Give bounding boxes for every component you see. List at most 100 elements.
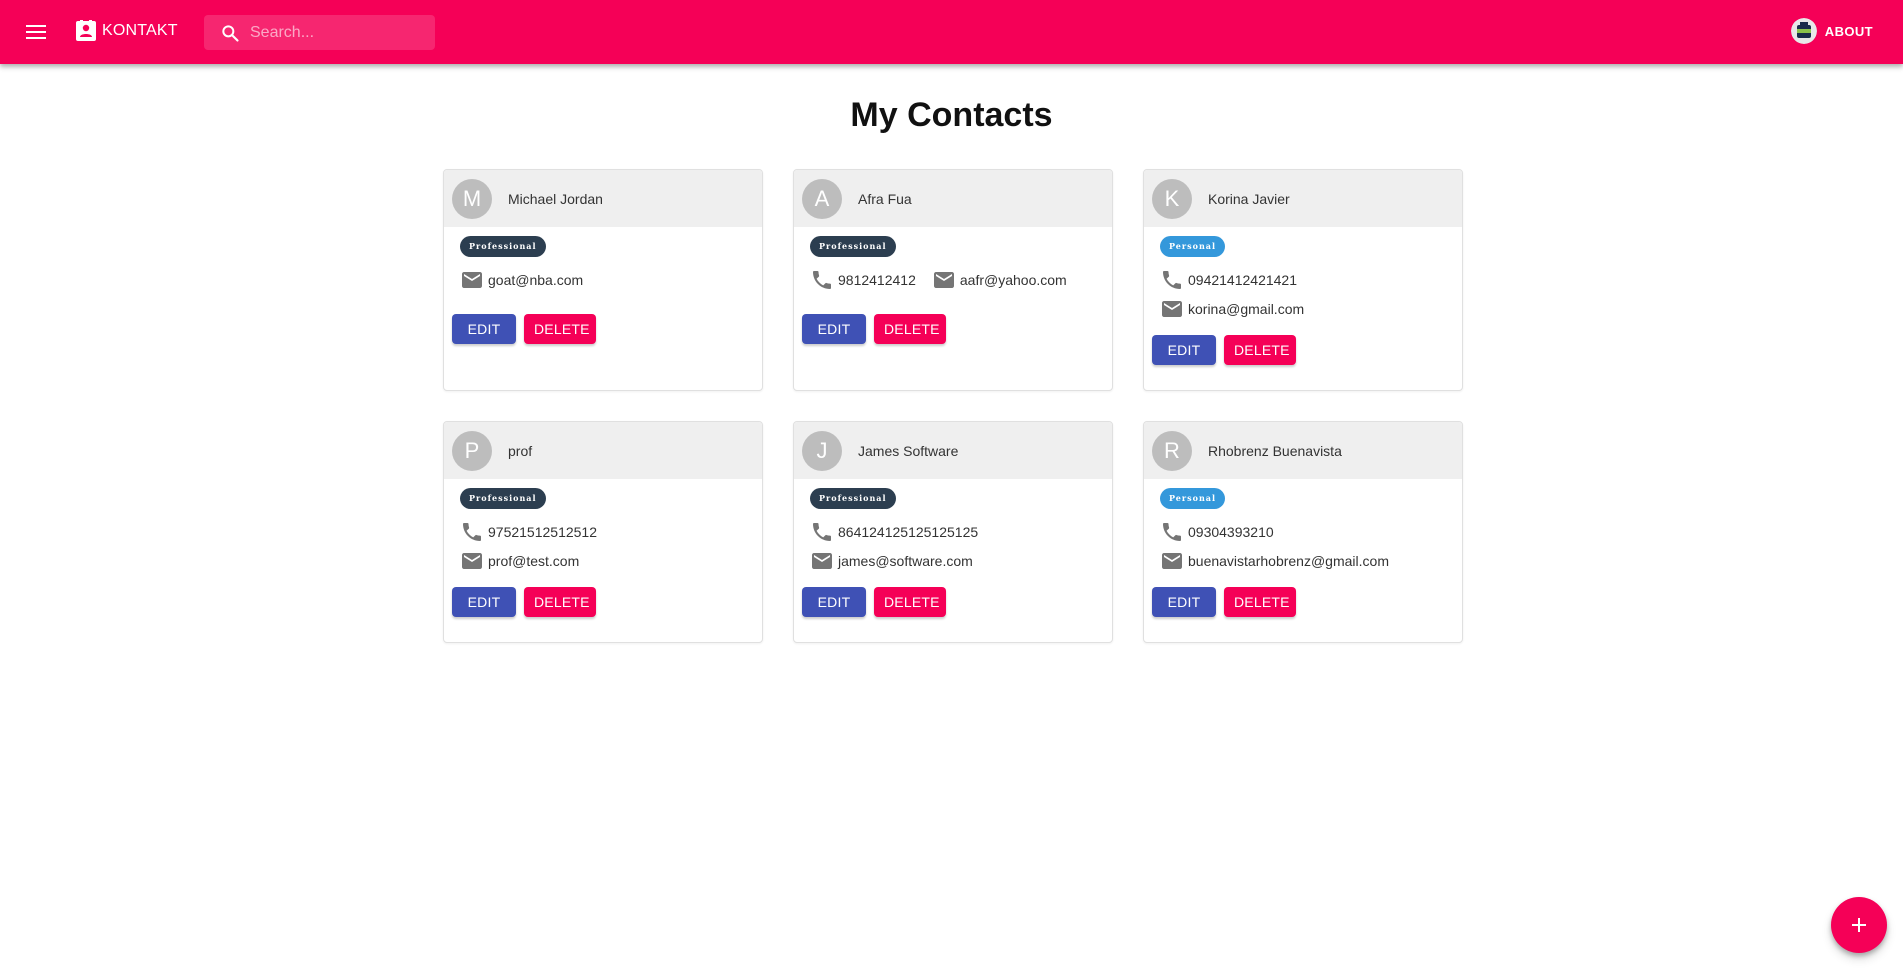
avatar: R — [1152, 430, 1192, 471]
phone-line: 864124125125125125 — [810, 517, 978, 546]
edit-button[interactable]: EDIT — [452, 314, 516, 344]
tag-badge: Professional — [460, 488, 546, 509]
page-title: My Contacts — [850, 96, 1053, 134]
app-bar: KONTAKT ABOUT — [0, 0, 1903, 64]
card-actions: EDIT DELETE — [444, 575, 762, 626]
edit-button[interactable]: EDIT — [452, 587, 516, 617]
search-icon — [222, 25, 239, 42]
delete-button[interactable]: DELETE — [874, 314, 946, 344]
card-actions: EDIT DELETE — [1144, 575, 1462, 626]
email-icon — [462, 271, 482, 288]
contacts-grid: M Michael Jordan Professional goat@nba.c… — [443, 169, 1463, 643]
card-header: J James Software — [794, 422, 1112, 479]
avatar: A — [802, 178, 842, 219]
contact-email: goat@nba.com — [488, 271, 584, 288]
card-body: Personal 09304393210 buenavistarhobrenz@… — [1144, 479, 1462, 575]
email-line: buenavistarhobrenz@gmail.com — [1160, 546, 1389, 575]
card-actions: EDIT DELETE — [794, 294, 1112, 353]
email-icon — [1162, 300, 1182, 317]
card-body: Professional 97521512512512 prof@test.co… — [444, 479, 762, 575]
contact-email: james@software.com — [838, 552, 973, 569]
contact-email: prof@test.com — [488, 552, 580, 569]
contact-info: 09421412421421 korina@gmail.com — [1160, 265, 1446, 323]
tag-badge: Personal — [1160, 488, 1225, 509]
email-icon — [1162, 552, 1182, 569]
search-box — [204, 15, 435, 50]
tag-badge: Personal — [1160, 236, 1225, 257]
contact-card: A Afra Fua Professional 9812412412 aafr@… — [793, 169, 1113, 391]
card-header: A Afra Fua — [794, 170, 1112, 227]
delete-button[interactable]: DELETE — [874, 587, 946, 617]
phone-icon — [1163, 270, 1181, 289]
contact-phone: 97521512512512 — [488, 523, 598, 540]
contact-info: goat@nba.com — [460, 265, 746, 294]
phone-line: 9812412412 — [810, 265, 916, 294]
about-avatar — [1790, 18, 1817, 44]
contact-name: Michael Jordan — [508, 190, 603, 207]
tag-badge: Professional — [460, 236, 546, 257]
card-header: K Korina Javier — [1144, 170, 1462, 227]
delete-button[interactable]: DELETE — [1224, 335, 1296, 365]
contact-phone: 09421412421421 — [1188, 271, 1298, 288]
robot-icon — [1790, 18, 1817, 44]
edit-button[interactable]: EDIT — [1152, 587, 1216, 617]
email-line: james@software.com — [810, 546, 973, 575]
contact-card: M Michael Jordan Professional goat@nba.c… — [443, 169, 763, 391]
contact-email: korina@gmail.com — [1188, 300, 1305, 317]
contact-email: buenavistarhobrenz@gmail.com — [1188, 552, 1389, 569]
contact-info: 97521512512512 prof@test.com — [460, 517, 746, 575]
card-header: R Rhobrenz Buenavista — [1144, 422, 1462, 479]
card-actions: EDIT DELETE — [1144, 323, 1462, 374]
about-link[interactable]: ABOUT — [1790, 18, 1873, 44]
phone-line: 09421412421421 — [1160, 265, 1297, 294]
contact-name: Afra Fua — [858, 190, 912, 207]
contact-info: 9812412412 aafr@yahoo.com — [810, 265, 1096, 294]
tag-badge: Professional — [810, 236, 896, 257]
card-actions: EDIT DELETE — [444, 294, 762, 353]
brand-link[interactable]: KONTAKT — [76, 20, 178, 42]
avatar: P — [452, 430, 492, 471]
contact-phone: 9812412412 — [838, 271, 916, 288]
phone-icon — [1163, 522, 1181, 541]
phone-icon — [463, 522, 481, 541]
search-input[interactable] — [250, 15, 430, 50]
email-icon — [462, 552, 482, 569]
email-line: korina@gmail.com — [1160, 294, 1304, 323]
delete-button[interactable]: DELETE — [1224, 587, 1296, 617]
contact-name: Korina Javier — [1208, 190, 1290, 207]
phone-icon — [813, 522, 831, 541]
contact-card: R Rhobrenz Buenavista Personal 093043932… — [1143, 421, 1463, 643]
contact-card: P prof Professional 97521512512512 prof@… — [443, 421, 763, 643]
brand-label: KONTAKT — [102, 22, 178, 39]
card-body: Professional 864124125125125125 james@so… — [794, 479, 1112, 575]
contacts-icon — [76, 20, 96, 41]
edit-button[interactable]: EDIT — [802, 314, 866, 344]
card-header: P prof — [444, 422, 762, 479]
add-icon — [1852, 918, 1866, 932]
avatar: J — [802, 430, 842, 471]
card-body: Professional goat@nba.com — [444, 227, 762, 294]
tag-badge: Professional — [810, 488, 896, 509]
contact-card: K Korina Javier Personal 09421412421421 … — [1143, 169, 1463, 391]
add-contact-button[interactable] — [1831, 897, 1887, 953]
email-icon — [933, 271, 954, 288]
phone-icon — [813, 270, 831, 289]
phone-line: 97521512512512 — [460, 517, 597, 546]
edit-button[interactable]: EDIT — [1152, 335, 1216, 365]
contact-phone: 09304393210 — [1188, 523, 1274, 540]
contact-info: 864124125125125125 james@software.com — [810, 517, 1096, 575]
email-line: prof@test.com — [460, 546, 579, 575]
contact-name: Rhobrenz Buenavista — [1208, 442, 1342, 459]
delete-button[interactable]: DELETE — [524, 314, 596, 344]
card-header: M Michael Jordan — [444, 170, 762, 227]
card-body: Personal 09421412421421 korina@gmail.com — [1144, 227, 1462, 323]
menu-button[interactable] — [20, 18, 52, 46]
delete-button[interactable]: DELETE — [524, 587, 596, 617]
contact-card: J James Software Professional 8641241251… — [793, 421, 1113, 643]
phone-line: 09304393210 — [1160, 517, 1274, 546]
avatar: M — [452, 178, 492, 219]
card-actions: EDIT DELETE — [794, 575, 1112, 626]
edit-button[interactable]: EDIT — [802, 587, 866, 617]
email-icon — [812, 552, 832, 569]
email-line: goat@nba.com — [460, 265, 583, 294]
